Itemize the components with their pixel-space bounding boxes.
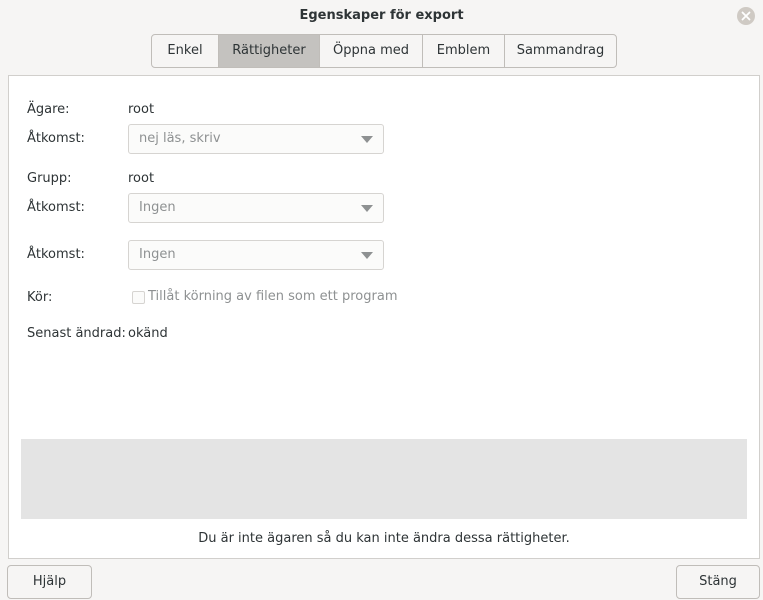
group-access-select[interactable]: Ingen	[128, 193, 384, 223]
close-button[interactable]: Stäng	[676, 565, 760, 599]
tab-permissions[interactable]: Rättigheter	[219, 35, 320, 67]
tab-open-with[interactable]: Öppna med	[320, 35, 423, 67]
help-button[interactable]: Hjälp	[7, 565, 92, 599]
modified-label: Senast ändrad:	[27, 326, 126, 341]
execute-checkbox[interactable]	[132, 291, 145, 304]
titlebar: Egenskaper för export	[0, 0, 763, 32]
execute-label: Kör:	[27, 290, 53, 305]
owner-access-select[interactable]: nej läs, skriv	[128, 124, 384, 154]
chevron-down-icon	[361, 136, 373, 143]
owner-value: root	[128, 102, 155, 117]
group-access-value: Ingen	[139, 200, 176, 215]
owner-access-label: Åtkomst:	[27, 131, 85, 146]
tab-bar: Enkel Rättigheter Öppna med Emblem Samma…	[151, 34, 617, 68]
owner-access-value: nej läs, skriv	[139, 131, 221, 146]
chevron-down-icon	[361, 205, 373, 212]
close-icon	[741, 11, 751, 21]
owner-label: Ägare:	[27, 102, 70, 117]
properties-dialog: Egenskaper för export Enkel Rättigheter …	[0, 0, 763, 600]
chevron-down-icon	[361, 252, 373, 259]
tab-summary[interactable]: Sammandrag	[505, 35, 616, 67]
ownership-notice: Du är inte ägaren så du kan inte ändra d…	[198, 531, 570, 546]
tab-basic[interactable]: Enkel	[152, 35, 219, 67]
group-access-label: Åtkomst:	[27, 200, 85, 215]
group-label: Grupp:	[27, 171, 72, 186]
info-area	[21, 439, 747, 519]
permissions-panel: Ägare: root Åtkomst: nej läs, skriv Grup…	[8, 75, 760, 559]
execute-checkbox-label[interactable]: Tillåt körning av filen som ett program	[148, 289, 397, 304]
window-close-button[interactable]	[737, 7, 755, 25]
modified-value: okänd	[128, 326, 168, 341]
other-access-label: Åtkomst:	[27, 247, 85, 262]
tab-emblems[interactable]: Emblem	[423, 35, 505, 67]
window-title: Egenskaper för export	[299, 8, 464, 23]
other-access-value: Ingen	[139, 247, 176, 262]
other-access-select[interactable]: Ingen	[128, 240, 384, 270]
group-value: root	[128, 171, 155, 186]
